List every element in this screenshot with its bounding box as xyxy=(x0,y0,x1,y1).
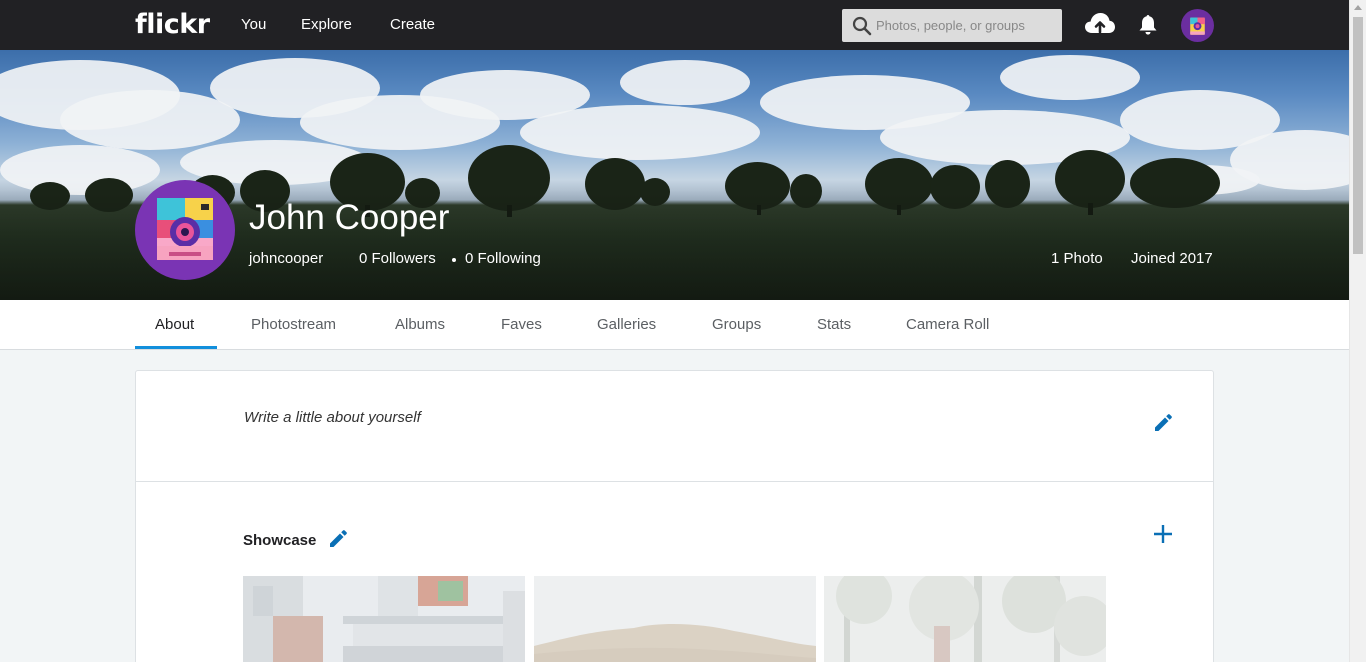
edit-showcase-pencil-icon[interactable] xyxy=(328,529,348,549)
card-divider xyxy=(136,481,1213,482)
scrollbar-thumb[interactable] xyxy=(1353,17,1363,254)
top-navigation-bar: flickr You Explore Create xyxy=(0,0,1349,50)
search-input[interactable] xyxy=(876,9,1058,42)
followers-link[interactable]: 0 Followers xyxy=(359,250,436,267)
search-icon[interactable] xyxy=(852,16,872,36)
showcase-thumbnail-2[interactable] xyxy=(534,576,816,662)
separator-dot xyxy=(452,258,456,262)
upload-cloud-icon[interactable] xyxy=(1084,11,1116,37)
showcase-title: Showcase xyxy=(243,532,317,549)
photo-count: 1 Photo xyxy=(1051,250,1103,267)
flickr-logo[interactable]: flickr xyxy=(135,9,210,40)
edit-about-pencil-icon[interactable] xyxy=(1153,413,1173,433)
tab-faves[interactable]: Faves xyxy=(501,316,542,333)
tab-about[interactable]: About xyxy=(155,316,194,333)
showcase-thumbnail-3[interactable] xyxy=(824,576,1106,662)
active-tab-indicator xyxy=(135,346,217,349)
tab-groups[interactable]: Groups xyxy=(712,316,761,333)
tab-camera-roll[interactable]: Camera Roll xyxy=(906,316,989,333)
profile-name: John Cooper xyxy=(249,198,450,237)
about-card: Write a little about yourself Showcase xyxy=(135,370,1214,662)
following-link[interactable]: 0 Following xyxy=(465,250,541,267)
about-description-placeholder[interactable]: Write a little about yourself xyxy=(244,409,421,426)
user-avatar-icon[interactable] xyxy=(1181,9,1214,42)
tab-photostream[interactable]: Photostream xyxy=(251,316,336,333)
profile-tab-bar: About Photostream Albums Faves Galleries… xyxy=(0,300,1349,350)
nav-link-explore[interactable]: Explore xyxy=(301,16,352,33)
nav-link-create[interactable]: Create xyxy=(390,16,435,33)
tab-albums[interactable]: Albums xyxy=(395,316,445,333)
showcase-thumbnail-1[interactable] xyxy=(243,576,525,662)
tab-galleries[interactable]: Galleries xyxy=(597,316,656,333)
profile-username: johncooper xyxy=(249,250,324,267)
add-showcase-plus-icon[interactable] xyxy=(1153,524,1173,544)
notification-bell-icon[interactable] xyxy=(1138,14,1158,36)
joined-date: Joined 2017 xyxy=(1131,250,1213,267)
profile-avatar[interactable] xyxy=(135,180,235,280)
page-scrollbar[interactable] xyxy=(1349,0,1366,662)
search-box xyxy=(842,9,1062,42)
scroll-up-arrow-icon[interactable] xyxy=(1354,5,1362,10)
tab-stats[interactable]: Stats xyxy=(817,316,851,333)
nav-link-you[interactable]: You xyxy=(241,16,266,33)
